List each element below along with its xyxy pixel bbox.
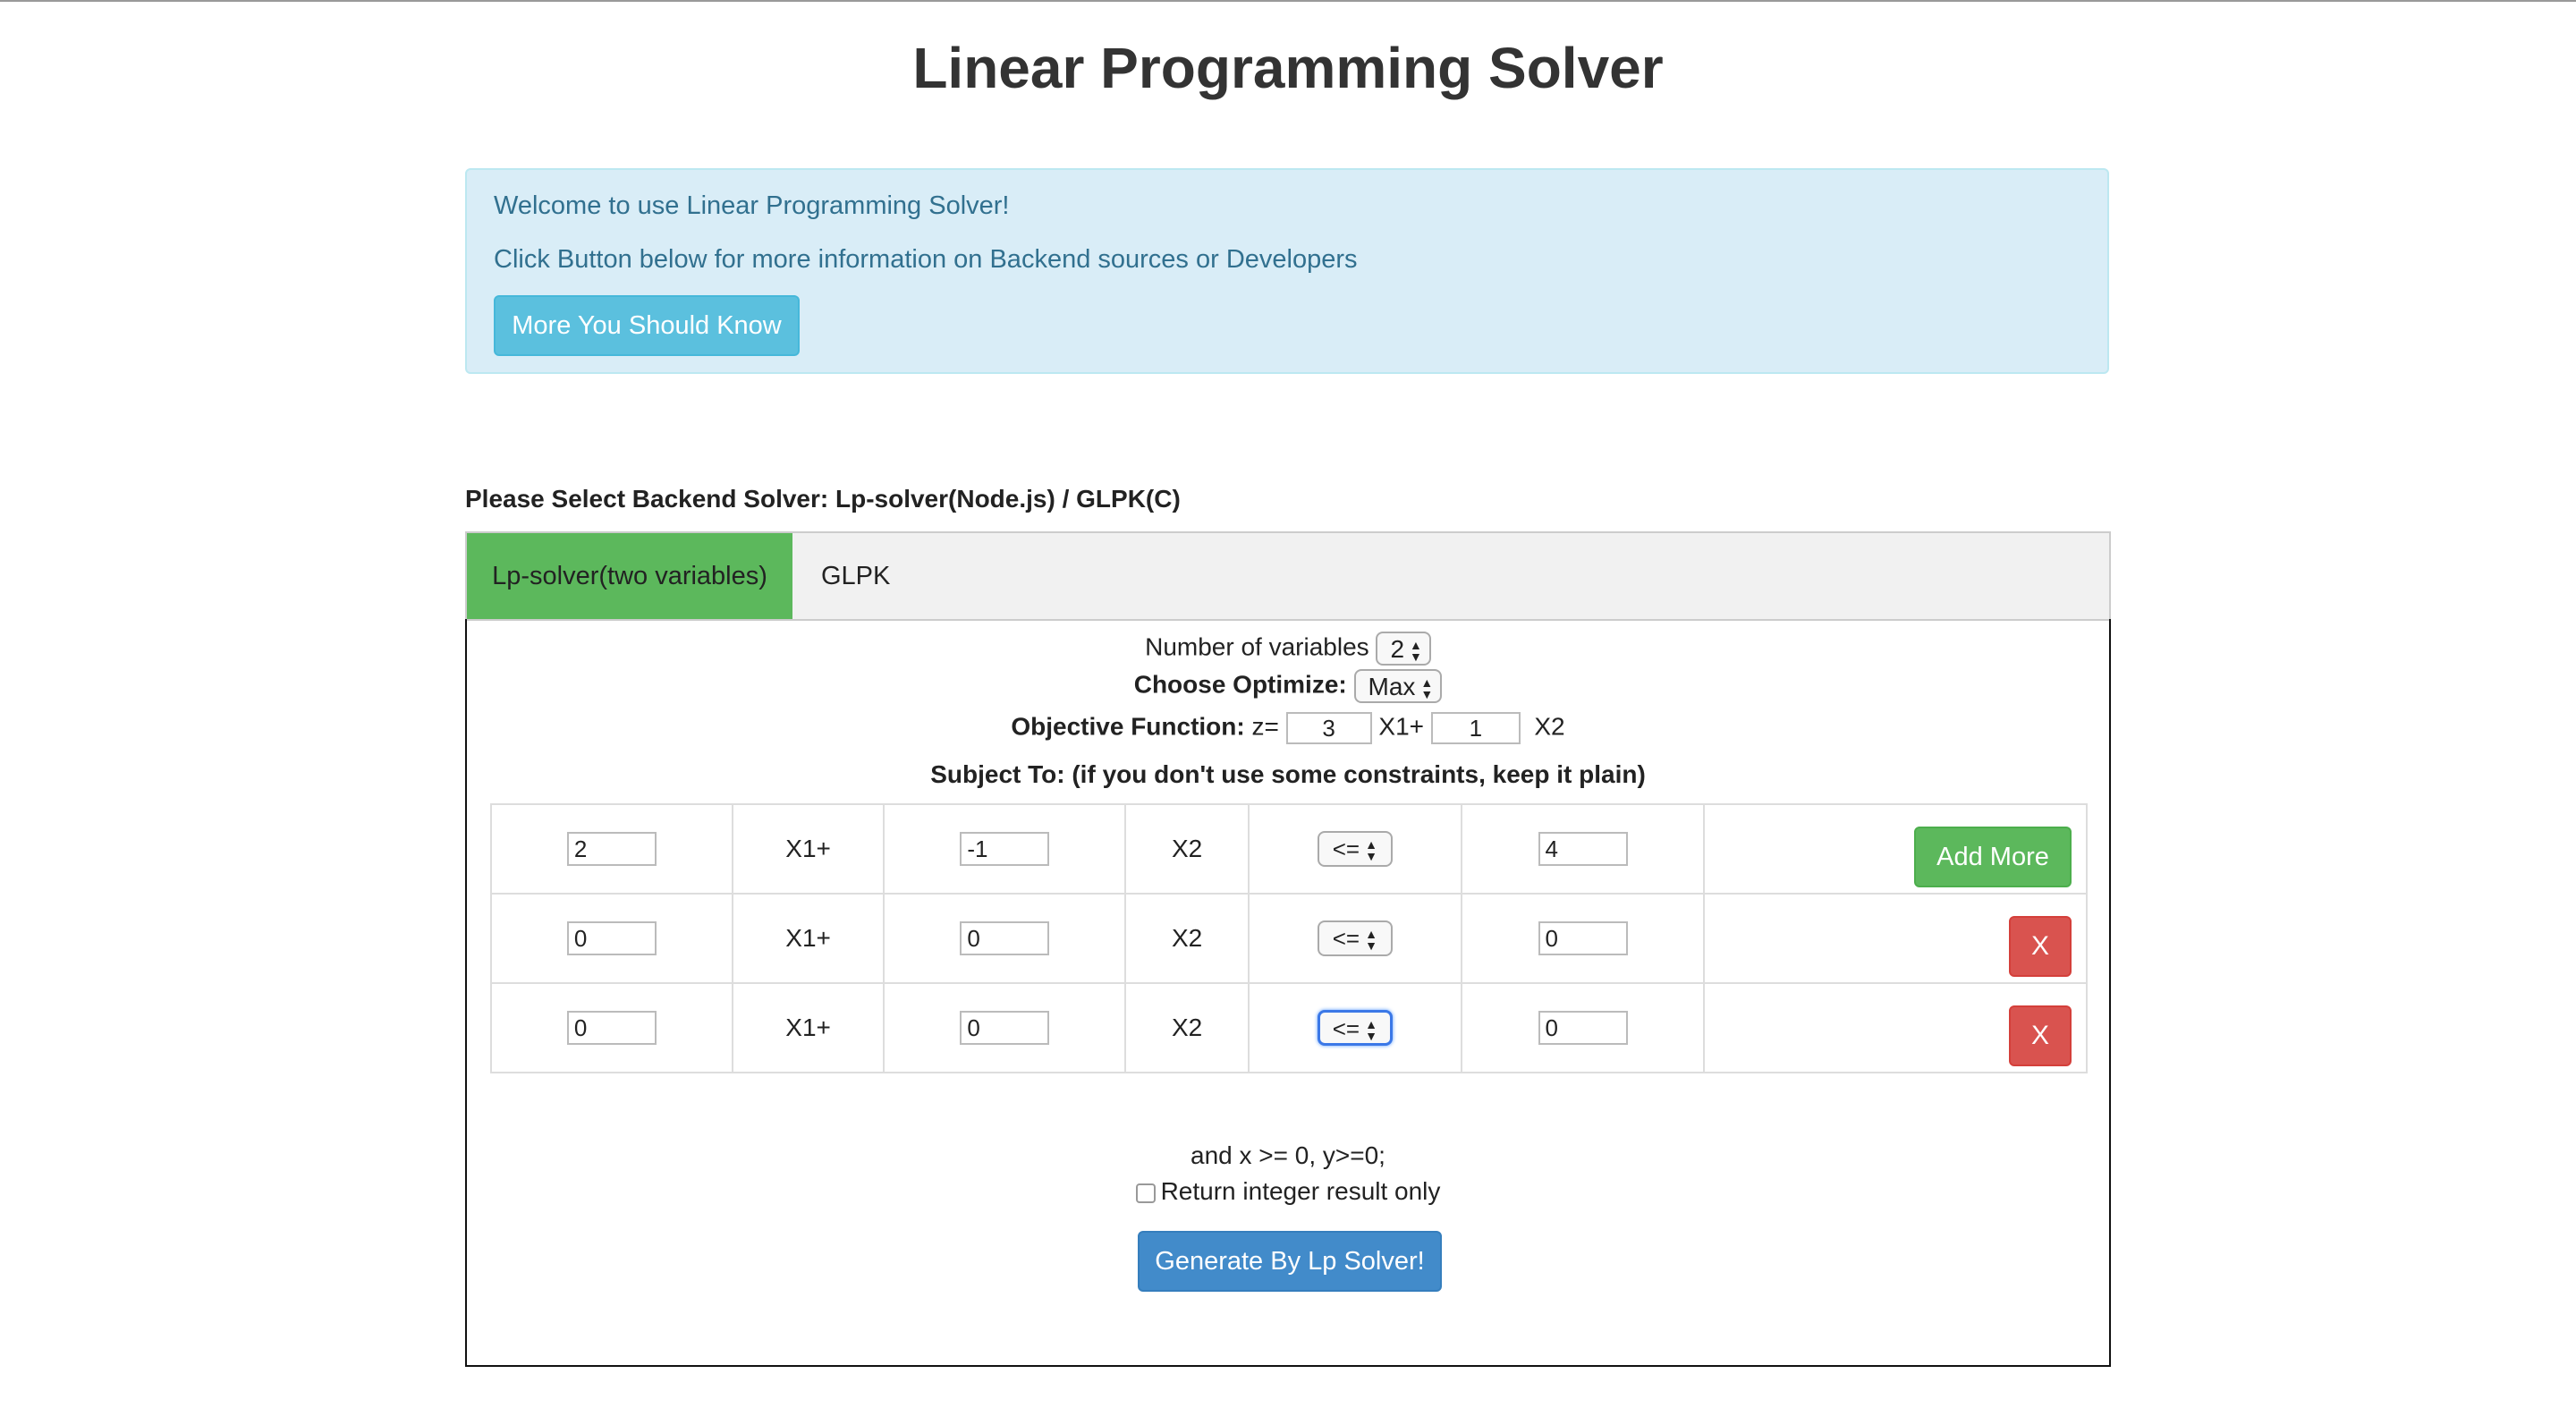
constraint-x1-coef-input[interactable] (566, 1011, 657, 1045)
integer-option-row: Return integer result only (467, 1177, 2109, 1206)
objective-x2-input[interactable]: 1 (1430, 712, 1521, 744)
table-row: X1+ X2 <=▲▼ X (490, 893, 2088, 984)
constraint-rhs-input[interactable] (1538, 921, 1628, 955)
add-more-button[interactable]: Add More (1914, 827, 2072, 887)
tab-lp-solver[interactable]: Lp-solver(two variables) (467, 533, 792, 619)
select-arrows-icon: ▲ ▼ (1365, 1017, 1377, 1044)
operator-select[interactable]: <= ▲ ▼ (1317, 920, 1393, 956)
operator-value: <= (1332, 835, 1360, 862)
constraint-x1-coef-input[interactable] (566, 921, 657, 955)
integer-only-checkbox[interactable] (1135, 1183, 1156, 1203)
select-arrows-icon: ▲ ▼ (1365, 837, 1377, 864)
top-border (0, 0, 2576, 2)
optimize-label: Choose Optimize: (1133, 670, 1347, 699)
info-text: Click Button below for more information … (494, 245, 1358, 274)
generate-button[interactable]: Generate By Lp Solver! (1138, 1231, 1442, 1292)
constraint-x2-coef-input[interactable] (960, 1011, 1050, 1045)
operator-value: <= (1332, 925, 1360, 952)
solver-select-label: Please Select Backend Solver: Lp-solver(… (465, 485, 1181, 513)
objective-row: Objective Function: z= 3 X1+ 1 X2 (467, 712, 2109, 744)
constraint-rhs-input[interactable] (1538, 1011, 1628, 1045)
delete-row-button[interactable]: X (2009, 1005, 2072, 1066)
x2-label: X2 (1124, 893, 1250, 984)
constraint-rhs-input[interactable] (1538, 832, 1628, 866)
x2-label: X2 (1124, 982, 1250, 1073)
select-arrows-icon: ▲ ▼ (1420, 674, 1434, 701)
num-vars-select[interactable]: 2 ▲ ▼ (1376, 632, 1431, 666)
x1-label: X1+ (731, 893, 886, 984)
objective-prefix: z= (1251, 712, 1279, 741)
x2-label: X2 (1124, 803, 1250, 895)
constraint-x1-coef-input[interactable] (566, 832, 657, 866)
welcome-text: Welcome to use Linear Programming Solver… (494, 191, 1010, 220)
welcome-alert: Welcome to use Linear Programming Solver… (465, 168, 2109, 374)
objective-label: Objective Function: (1011, 712, 1245, 741)
constraint-x2-coef-input[interactable] (960, 832, 1050, 866)
objective-x1-label: X1+ (1378, 712, 1425, 741)
operator-select[interactable]: <= ▲ ▼ (1317, 831, 1393, 867)
num-vars-row: Number of variables 2 ▲ ▼ (467, 632, 2109, 666)
x1-label: X1+ (731, 982, 886, 1073)
select-arrows-icon: ▲ ▼ (1410, 637, 1422, 664)
optimize-select[interactable]: Max ▲ ▼ (1353, 669, 1443, 703)
table-row: X1+ X2 <=▲▼ X (490, 982, 2088, 1073)
page-title: Linear Programming Solver (912, 36, 1664, 100)
tab-glpk[interactable]: GLPK (821, 533, 890, 619)
objective-x1-input[interactable]: 3 (1285, 712, 1372, 744)
operator-select[interactable]: <= ▲ ▼ (1317, 1010, 1393, 1046)
more-info-button[interactable]: More You Should Know (494, 295, 800, 356)
optimize-value: Max (1368, 673, 1416, 700)
table-row: X1+ X2 <=▲▼ Add More (490, 803, 2088, 895)
nonneg-text: and x >= 0, y>=0; (1191, 1141, 1385, 1169)
lp-solver-panel: Number of variables 2 ▲ ▼ Choose Optimize:… (465, 619, 2111, 1367)
optimize-row: Choose Optimize: Max ▲ ▼ (467, 669, 2109, 703)
integer-only-label: Return integer result only (1160, 1177, 1441, 1205)
select-arrows-icon: ▲ ▼ (1365, 927, 1377, 954)
x1-label: X1+ (731, 803, 886, 895)
constraints-table: X1+ X2 <=▲▼ Add More X1+ X2 <=▲▼ X X1+ X… (490, 803, 2088, 1073)
delete-row-button[interactable]: X (2009, 916, 2072, 977)
operator-value: <= (1332, 1015, 1360, 1042)
subject-to-label: Subject To: (if you don't use some const… (930, 760, 1646, 788)
solver-tabs: Lp-solver(two variables) GLPK (465, 531, 2111, 621)
num-vars-label: Number of variables (1145, 632, 1369, 661)
constraint-x2-coef-input[interactable] (960, 921, 1050, 955)
num-vars-value: 2 (1390, 635, 1405, 663)
objective-x2-label: X2 (1534, 712, 1565, 741)
